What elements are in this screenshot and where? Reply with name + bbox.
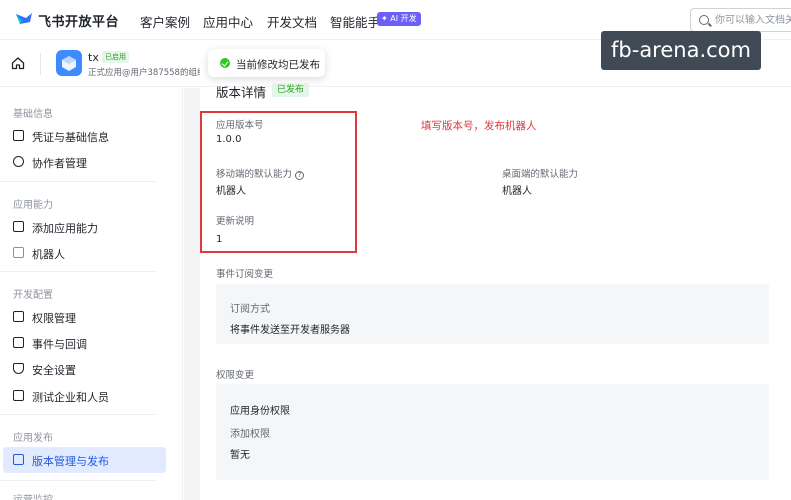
robot-icon: [13, 247, 24, 258]
sidebar-section-basic: 基础信息: [13, 109, 53, 120]
app-status-badge: 已启用: [102, 51, 129, 63]
sidebar-item-label: 添加应用能力: [32, 222, 98, 235]
release-icon: [13, 454, 24, 465]
grid-add-icon: [13, 221, 24, 232]
app-subtitle: 正式应用@用户387558的组织: [88, 68, 200, 78]
shield-icon: [13, 363, 24, 374]
published-badge: 已发布: [272, 83, 310, 97]
sidebar-item-label: 协作者管理: [32, 157, 87, 170]
sidebar-item-label: 权限管理: [32, 312, 76, 325]
sidebar-divider: [0, 181, 157, 182]
sidebar-divider: [0, 271, 157, 272]
test-icon: [13, 390, 24, 401]
sidebar-item-version-release[interactable]: 版本管理与发布: [3, 447, 166, 473]
add-permission-value: 暂无: [230, 450, 250, 461]
sidebar-item-test-tenants[interactable]: 测试企业和人员: [3, 383, 166, 409]
subscription-method-value: 将事件发送至开发者服务器: [230, 325, 350, 336]
app-icon[interactable]: [56, 50, 82, 76]
sidebar-item-label: 版本管理与发布: [32, 455, 109, 468]
lock-icon: [13, 311, 24, 322]
annotation-text: 填写版本号，发布机器人: [421, 120, 537, 132]
permission-change-title: 权限变更: [216, 370, 255, 381]
app-name: tx: [88, 51, 99, 64]
doc-search[interactable]: [690, 8, 791, 32]
highlight-box: [200, 111, 357, 253]
sidebar-item-label: 安全设置: [32, 364, 76, 377]
sidebar-divider: [0, 480, 157, 481]
sidebar-item-permissions[interactable]: 权限管理: [3, 304, 166, 330]
sidebar-item-label: 事件与回调: [32, 338, 87, 351]
success-check-icon: [220, 58, 230, 68]
home-icon[interactable]: [11, 56, 25, 70]
sidebar-item-bot[interactable]: 机器人: [3, 240, 166, 266]
sidebar-item-security[interactable]: 安全设置: [3, 356, 166, 382]
sidebar-item-credentials[interactable]: 凭证与基础信息: [3, 123, 166, 149]
sidebar: 基础信息 凭证与基础信息 协作者管理 应用能力 添加应用能力 机器人 开发配置 …: [0, 88, 183, 500]
desktop-capability-label: 桌面端的默认能力: [502, 169, 579, 180]
toast-message: 当前修改均已发布: [236, 59, 320, 71]
app-identity-permission-label: 应用身份权限: [230, 406, 290, 417]
sidebar-item-label: 机器人: [32, 248, 65, 261]
site-watermark: fb-arena.com: [601, 31, 761, 70]
brand-title[interactable]: 飞书开放平台: [38, 11, 119, 30]
nav-app-center[interactable]: 应用中心: [203, 12, 253, 31]
add-permission-label: 添加权限: [230, 429, 270, 440]
subscription-method-label: 订阅方式: [230, 304, 270, 315]
version-detail-title: 版本详情: [216, 85, 267, 100]
ai-dev-badge: ✦ AI 开发: [377, 12, 421, 26]
event-icon: [13, 337, 24, 348]
desktop-capability-value: 机器人: [502, 186, 532, 197]
credential-icon: [13, 130, 24, 141]
sidebar-section-dev: 开发配置: [13, 290, 53, 301]
sidebar-item-label: 测试企业和人员: [32, 391, 109, 404]
sidebar-item-collaborators[interactable]: 协作者管理: [3, 149, 166, 175]
sidebar-divider: [0, 414, 157, 415]
nav-customer-cases[interactable]: 客户案例: [140, 12, 190, 31]
user-icon: [13, 156, 24, 167]
search-input[interactable]: [715, 12, 791, 28]
feishu-logo-icon[interactable]: [14, 10, 34, 28]
search-icon: [699, 15, 709, 25]
sidebar-section-release: 应用发布: [13, 433, 53, 444]
permission-change-panel: [216, 384, 769, 480]
sidebar-item-add-capability[interactable]: 添加应用能力: [3, 214, 166, 240]
event-change-title: 事件订阅变更: [216, 269, 274, 280]
publish-toast: 当前修改均已发布: [208, 49, 325, 77]
sidebar-item-events[interactable]: 事件与回调: [3, 330, 166, 356]
sidebar-section-capability: 应用能力: [13, 200, 53, 211]
sidebar-item-label: 凭证与基础信息: [32, 131, 109, 144]
nav-ai-assistant[interactable]: 智能能手: [330, 12, 380, 31]
nav-dev-docs[interactable]: 开发文档: [267, 12, 317, 31]
header-divider: [40, 53, 41, 75]
sidebar-section-monitoring: 运营监控: [13, 491, 53, 500]
